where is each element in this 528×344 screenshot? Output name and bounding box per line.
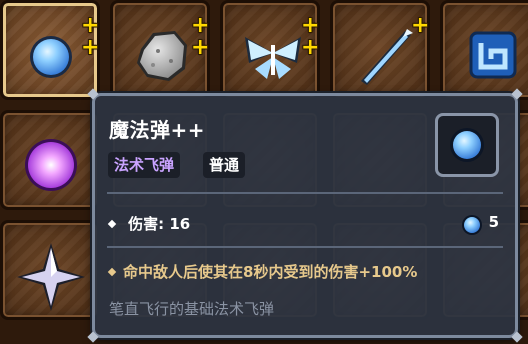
upgrade-plus-icon: + xyxy=(191,13,210,38)
divider xyxy=(107,192,503,194)
blue-orb-icon xyxy=(450,128,484,162)
inventory-slot-blue-rune[interactable] xyxy=(440,0,528,100)
item-title: 魔法弹++ xyxy=(109,118,206,142)
inventory-slot-stone[interactable]: + + xyxy=(110,0,210,100)
mana-orb-icon xyxy=(462,215,482,235)
mana-cost-value: 5 xyxy=(488,213,499,231)
inventory-slot-purple-sphere[interactable] xyxy=(0,110,100,210)
item-rarity-tag: 普通 xyxy=(203,152,246,178)
upgrade-plus-icon: + xyxy=(301,35,320,60)
silver-star-icon xyxy=(17,243,85,311)
blue-rune-icon xyxy=(469,31,517,79)
upgrade-plus-icon: + xyxy=(301,13,320,38)
inventory-slot-magic-bolt[interactable]: + + xyxy=(0,0,100,100)
inventory-slot-ice-lance[interactable]: + xyxy=(330,0,430,100)
divider xyxy=(107,246,503,248)
upgrade-plus-icon: + xyxy=(81,35,100,60)
effect-line: 命中敌人后使其在8秒内受到的伤害+100% xyxy=(123,263,418,281)
item-tooltip: 魔法弹++ 法术飞弹 普通 伤害: 16 5 命中敌人后使其在8秒内受到的伤害+… xyxy=(87,88,523,343)
stat-row: 伤害: 16 5 xyxy=(107,213,501,237)
upgrade-plus-icon: + xyxy=(81,13,100,38)
effect-text: 命中敌人后使其在8秒内受到的伤害+100% xyxy=(107,261,418,282)
item-type-tag: 法术飞弹 xyxy=(108,152,181,178)
inventory-slot-ice-butterfly[interactable]: + + xyxy=(220,0,320,100)
item-icon-frame xyxy=(435,113,499,177)
bullet-icon xyxy=(107,267,117,276)
bullet-icon xyxy=(107,219,117,228)
upgrade-plus-icon: + xyxy=(191,35,210,60)
item-description: 笔直飞行的基础法术飞弹 xyxy=(109,300,275,318)
damage-stat: 伤害: 16 xyxy=(128,215,191,233)
inventory-slot-silver-star[interactable] xyxy=(0,220,100,320)
upgrade-plus-icon: + xyxy=(411,13,430,38)
purple-sphere-icon xyxy=(25,139,77,191)
